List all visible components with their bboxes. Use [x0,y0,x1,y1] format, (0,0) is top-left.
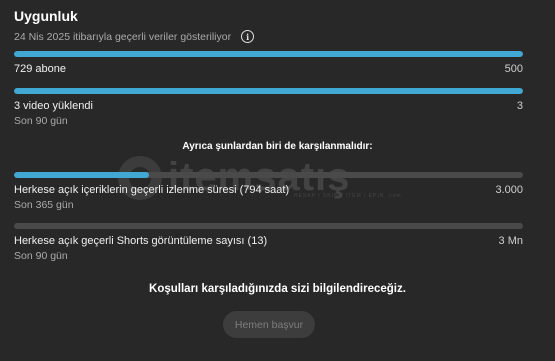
shorts-progress-bar [14,223,523,229]
watch-time-period: Son 365 gün [14,199,74,211]
video-period: Son 90 gün [14,115,68,127]
video-target: 3 [516,100,523,112]
video-progress-bar [14,88,523,94]
watch-time-target: 3.000 [495,184,523,196]
subscriber-count-label: 729 abone [14,63,66,75]
watch-time-metric: Herkese açık içeriklerin geçerli izlenme… [14,172,523,211]
subscriber-metric: 729 abone 500 [14,51,523,75]
data-date-text: 24 Nis 2025 itibarıyla geçerli veriler g… [14,30,232,43]
shorts-views-label: Herkese açık geçerli Shorts görüntüleme … [14,235,268,247]
data-date-note: 24 Nis 2025 itibarıyla geçerli veriler g… [14,30,255,43]
subscriber-progress-bar [14,51,523,57]
video-progress-fill [14,88,523,94]
eligibility-panel: Uygunluk 24 Nis 2025 itibarıyla geçerli … [0,0,555,361]
shorts-views-metric: Herkese açık geçerli Shorts görüntüleme … [14,223,523,262]
watch-time-label: Herkese açık içeriklerin geçerli izlenme… [14,184,290,196]
video-count-label: 3 video yüklendi [14,100,93,112]
video-upload-metric: 3 video yüklendi 3 Son 90 gün [14,88,523,127]
watch-time-progress-fill [14,172,149,178]
subscriber-target: 500 [504,63,523,75]
alternative-requirements-heading: Ayrıca şunlardan biri de karşılanmalıdır… [182,141,373,152]
subscriber-progress-fill [14,51,523,57]
apply-now-button[interactable]: Hemen başvur [223,311,315,338]
shorts-period: Son 90 gün [14,250,68,262]
watch-time-progress-bar [14,172,523,178]
page-title: Uygunluk [14,8,78,24]
info-icon[interactable]: i [241,30,255,43]
shorts-views-target: 3 Mn [498,235,523,247]
notification-message: Koşulları karşıladığınızda sizi bilgilen… [149,283,406,295]
